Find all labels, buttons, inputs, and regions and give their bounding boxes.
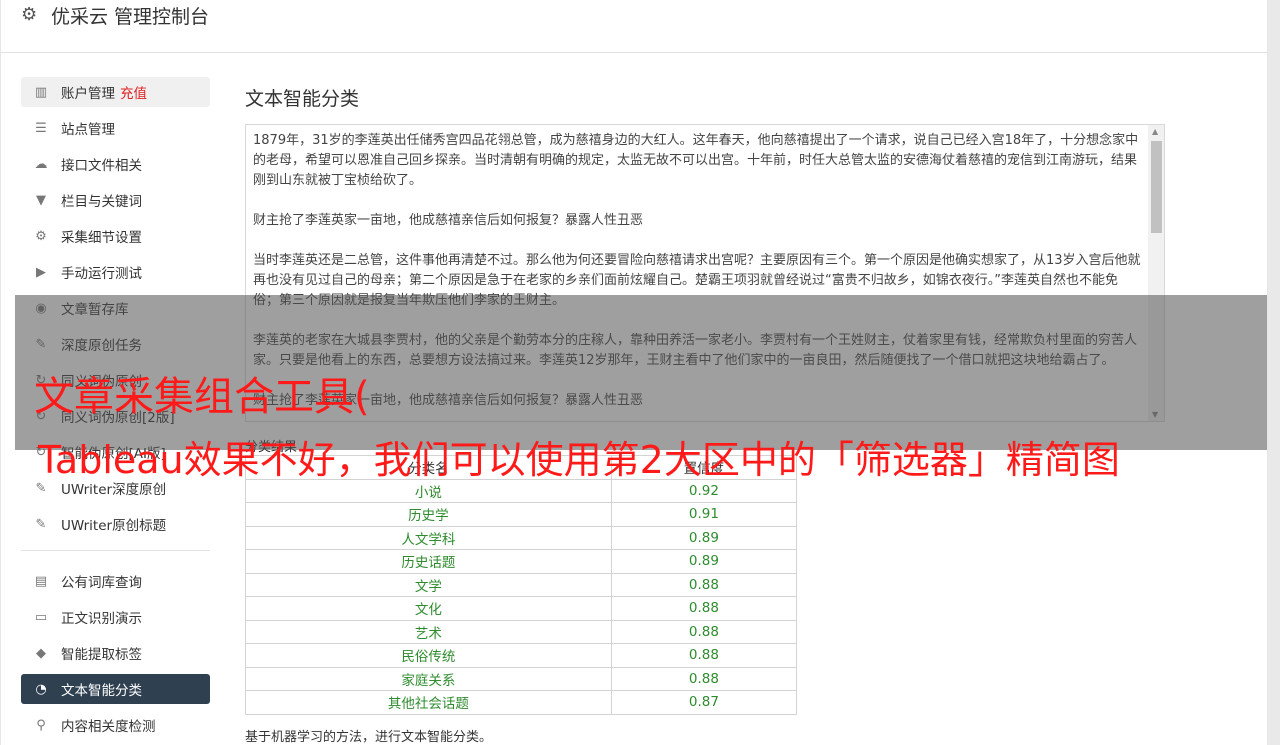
play-circle-icon: ▶: [36, 264, 46, 280]
confidence-cell: 0.91: [610, 502, 798, 527]
table-row: 历史话题 0.89: [245, 549, 798, 574]
category-cell: 人文学科: [245, 525, 612, 550]
sidebar-item-label: 内容相关度检测: [61, 719, 156, 735]
tag-icon: ◆: [36, 645, 46, 661]
table-row: 文学 0.88: [245, 572, 798, 597]
sidebar-item[interactable]: ☰ 站点管理: [21, 113, 210, 143]
scroll-up-icon[interactable]: ▲: [1152, 127, 1158, 136]
monitor-icon: ▭: [34, 609, 48, 625]
table-row: 艺术 0.88: [245, 619, 798, 644]
category-cell: 家庭关系: [245, 666, 612, 691]
confidence-cell: 0.88: [610, 572, 798, 597]
sidebar-item[interactable]: ▶ 手动运行测试: [21, 257, 210, 287]
description-text: 基于机器学习的方法，进行文本智能分类。: [245, 730, 493, 745]
sidebar-item-label: 接口文件相关: [61, 158, 142, 174]
overlay-title-line2: Tableau效果不好，我们可以使用第2大区中的「筛选器」精简图: [38, 438, 1120, 482]
page-header-title: 优采云 管理控制台: [51, 6, 210, 28]
confidence-cell: 0.89: [610, 525, 798, 550]
sidebar-item-label: 文本智能分类: [61, 683, 142, 699]
table-row: 民俗传统 0.88: [245, 643, 798, 668]
confidence-cell: 0.87: [610, 690, 798, 715]
article-paragraph: 1879年，31岁的李莲英出任储秀宫四品花翎总管，成为慈禧身边的大红人。这年春天…: [253, 133, 1139, 188]
confidence-cell: 0.89: [610, 549, 798, 574]
sidebar-item[interactable]: ◔ 文本智能分类: [21, 674, 210, 704]
sidebar-item[interactable]: ▭ 正文识别演示: [21, 602, 210, 632]
scroll-thumb[interactable]: [1151, 141, 1162, 233]
confidence-cell: 0.88: [610, 619, 798, 644]
sidebar-item-label: 智能提取标签: [61, 647, 142, 663]
category-cell: 历史话题: [245, 549, 612, 574]
table-row: 文化 0.88: [245, 596, 798, 621]
sidebar-item[interactable]: ⚲ 内容相关度检测: [21, 710, 210, 740]
sidebar-item-label: 正文识别演示: [61, 611, 142, 627]
cogs-icon: ⚙: [35, 228, 47, 244]
cloud-upload-icon: ☁: [34, 156, 48, 172]
category-cell: 其他社会话题: [245, 690, 612, 715]
sidebar-item[interactable]: ⚙ 采集细节设置: [21, 221, 210, 251]
sidebar-item-label: 账户管理: [61, 86, 115, 102]
category-cell: 文学: [245, 572, 612, 597]
category-cell: 文化: [245, 596, 612, 621]
confidence-cell: 0.88: [610, 666, 798, 691]
sidebar-item-label: 站点管理: [61, 122, 115, 138]
table-row: 家庭关系 0.88: [245, 666, 798, 691]
page-title: 文本智能分类: [245, 88, 360, 110]
page-scrollbar-track[interactable]: [1268, 0, 1280, 745]
recharge-link[interactable]: 充值: [120, 82, 147, 102]
confidence-cell: 0.88: [610, 596, 798, 621]
gear-icon[interactable]: ⚙: [21, 4, 37, 25]
category-cell: 民俗传统: [245, 643, 612, 668]
sidebar-item[interactable]: ▥ 账户管理 充值: [21, 77, 210, 107]
search-icon: ⚲: [36, 717, 46, 733]
category-cell: 艺术: [245, 619, 612, 644]
top-header: ⚙ 优采云 管理控制台: [0, 0, 1268, 53]
overlay-title-line1: 文章采集组合工具(: [34, 374, 370, 420]
edit-icon: ✎: [35, 516, 47, 532]
sidebar-item[interactable]: ✎ UWriter原创标题: [21, 509, 210, 539]
classification-table: 分类名 置信度 小说 0.92 历史学 0.91 人文学科 0.89 历史话题 0.89 文学 0…: [245, 455, 798, 715]
bar-chart-icon: ▥: [34, 84, 48, 100]
sidebar-item-label: 栏目与关键词: [61, 194, 142, 210]
sidebar-item[interactable]: ☁ 接口文件相关: [21, 149, 210, 179]
pie-chart-icon: ◔: [35, 681, 47, 697]
article-paragraph: 财主抢了李莲英家一亩地，他成慈禧亲信后如何报复？暴露人性丑恶: [253, 213, 644, 228]
sidebar-item[interactable]: ▼ 栏目与关键词: [21, 185, 210, 215]
sidebar-item[interactable]: ◆ 智能提取标签: [21, 638, 210, 668]
sidebar-item-label: 公有词库查询: [61, 575, 142, 591]
filter-icon: ▼: [36, 192, 46, 208]
table-row: 历史学 0.91: [245, 502, 798, 527]
sidebar-item-label: 采集细节设置: [61, 230, 142, 246]
sidebar-divider: [21, 550, 210, 551]
sidebar-item[interactable]: ▤ 公有词库查询: [21, 566, 210, 596]
sidebar-item-label: UWriter原创标题: [61, 518, 167, 534]
sidebar-item-label: 手动运行测试: [61, 266, 142, 282]
confidence-cell: 0.88: [610, 643, 798, 668]
table-row: 其他社会话题 0.87: [245, 690, 798, 715]
server-icon: ☰: [35, 120, 47, 136]
book-icon: ▤: [34, 573, 48, 589]
category-cell: 历史学: [245, 502, 612, 527]
table-row: 人文学科 0.89: [245, 525, 798, 550]
